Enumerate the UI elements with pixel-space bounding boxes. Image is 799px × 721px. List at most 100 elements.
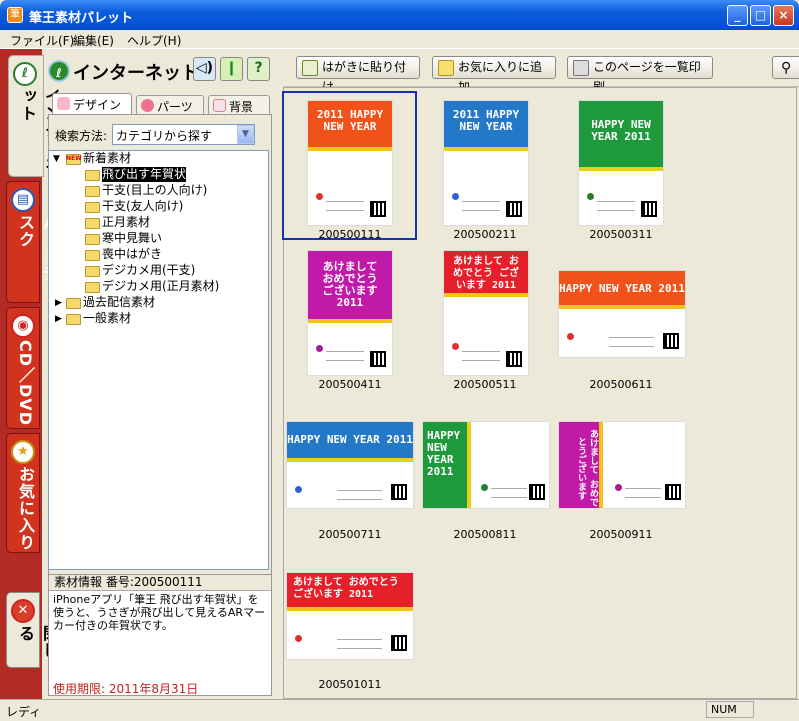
side-tab-label: お気に入り (16, 466, 35, 551)
add-favorite-button[interactable]: お気に入りに追加 (432, 56, 556, 94)
tree-label: 飛び出す年賀状 (102, 167, 187, 182)
window-title: 筆王素材パレット (29, 11, 134, 26)
tree-label: 干支(目上の人向け) (102, 183, 208, 197)
status-bar (0, 699, 799, 721)
beginner-mark-icon[interactable]: ❙ (220, 57, 243, 81)
tree-label: 正月素材 (102, 215, 151, 229)
tree-node[interactable]: 寒中見舞い (85, 231, 235, 247)
card-thumbnail[interactable]: あけまして おめでとうございます (558, 421, 686, 509)
tab-label: 背景 (229, 100, 254, 114)
menu-file[interactable]: ファイル(F) (10, 32, 74, 49)
panel-title: インターネット (73, 63, 199, 84)
card-thumbnail[interactable]: あけまして おめでとう ございます 2011 (307, 250, 393, 376)
tree-node-general[interactable]: ▶ 一般素材 (55, 311, 225, 327)
card-id: 200500511 (453, 378, 517, 391)
side-tab-label: CD／DVD (16, 340, 35, 426)
internet-leaf-icon: ℓ (48, 60, 70, 82)
card-thumbnail[interactable]: HAPPY NEW YEAR 2011 (558, 270, 686, 358)
search-method-label: 検索方法: (55, 129, 108, 143)
tab-design[interactable]: デザイン (52, 93, 132, 115)
tree-node-past[interactable]: ▶ 過去配信素材 (55, 295, 225, 311)
menu-edit[interactable]: 編集(E) (73, 32, 114, 49)
folder-icon (85, 282, 100, 293)
menu-help[interactable]: ヘルプ(H) (127, 32, 181, 49)
card-text: HAPPY NEW YEAR 2011 (287, 433, 413, 446)
window-close-button[interactable]: × (773, 5, 794, 26)
tree-label: デジカメ用(干支) (102, 263, 196, 277)
tree-node[interactable]: デジカメ用(正月素材) (85, 279, 255, 295)
design-tab-icon (57, 97, 70, 110)
tree-label: 新着素材 (83, 151, 132, 165)
search-button[interactable]: ⚲ (772, 56, 799, 79)
add-favorite-icon (438, 60, 454, 76)
tree-node[interactable]: 喪中はがき (85, 247, 235, 263)
maximize-button[interactable]: □ (750, 5, 771, 26)
side-tab-internet[interactable]: ℓ インターネット (8, 55, 61, 177)
tree-label: デジカメ用(正月素材) (102, 279, 220, 293)
search-icon: ⚲ (781, 60, 792, 76)
card-id: 200500911 (589, 528, 653, 541)
side-tab-favorites[interactable]: ★ お気に入り (6, 433, 40, 553)
printer-icon (573, 60, 589, 76)
card-thumbnail[interactable]: HAPPY NEW YEAR 2011 (286, 421, 414, 509)
sound-icon[interactable]: ◁) (193, 57, 216, 81)
folder-icon (85, 202, 100, 213)
chevron-down-icon[interactable]: ▼ (237, 125, 254, 144)
card-thumbnail[interactable]: 2011 HAPPY NEW YEAR (443, 100, 529, 226)
tab-background[interactable]: 背景 (208, 95, 270, 115)
card-thumbnail[interactable]: あけまして おめでとう ございます 2011 (443, 250, 529, 376)
print-list-button[interactable]: このページを一覧印刷 (567, 56, 713, 94)
card-id: 200500211 (453, 228, 517, 241)
disc-icon: ◉ (11, 314, 35, 338)
folder-icon (85, 266, 100, 277)
card-thumbnail[interactable]: あけまして おめでとうございます 2011 (286, 572, 414, 660)
status-text: レディ (6, 705, 42, 719)
tree-label: 喪中はがき (102, 247, 163, 261)
tab-parts[interactable]: パーツ (136, 95, 204, 115)
minimize-button[interactable]: _ (727, 5, 748, 26)
expiry-date: 使用期限: 2011年8月31日 (53, 682, 199, 696)
folder-icon (66, 298, 81, 309)
collapsed-arrow-icon[interactable]: ▶ (55, 296, 62, 311)
help-icon[interactable]: ? (247, 57, 270, 81)
tree-node-new[interactable]: ▼ NEW 新着素材 (53, 151, 253, 167)
search-method-select[interactable]: カテゴリから探す (112, 124, 255, 145)
card-id: 200500811 (453, 528, 517, 541)
card-id: 200500311 (589, 228, 653, 241)
card-text: 2011 HAPPY NEW YEAR (316, 108, 384, 133)
tree-label: 寒中見舞い (102, 231, 163, 245)
paste-to-postcard-button[interactable]: はがきに貼り付け (296, 56, 420, 94)
folder-icon (85, 186, 100, 197)
card-text: あけまして おめでとう ございます 2011 (452, 256, 520, 291)
card-text: あけまして おめでとうございます 2011 (293, 577, 399, 600)
folder-icon (85, 234, 100, 245)
collapsed-arrow-icon[interactable]: ▶ (55, 312, 62, 327)
folder-icon (66, 314, 81, 325)
tree-node[interactable]: 正月素材 (85, 215, 235, 231)
material-info-header: 素材情報 番号:200500111 (49, 575, 271, 591)
card-text: HAPPY NEW YEAR 2011 (591, 118, 651, 143)
tree-node[interactable]: 干支(友人向け) (85, 199, 235, 215)
card-thumbnail[interactable]: HAPPY NEW YEAR 2011 (578, 100, 664, 226)
tree-label: 過去配信素材 (83, 295, 156, 309)
paste-icon (302, 60, 318, 76)
close-x-icon: ✕ (11, 599, 35, 623)
card-text: 2011 HAPPY NEW YEAR (452, 108, 520, 133)
tree-node[interactable]: デジカメ用(干支) (85, 263, 235, 279)
card-thumbnail[interactable]: HAPPY NEW YEAR 2011 (422, 421, 550, 509)
side-tab-cd-dvd[interactable]: ◉ CD／DVD (6, 307, 40, 429)
side-close-button[interactable]: ✕ 閉じる (6, 592, 59, 668)
tree-label: 干支(友人向け) (102, 199, 184, 213)
card-text: あけまして おめでとうございます (576, 429, 598, 507)
app-icon: 筆 (7, 7, 23, 23)
tree-label: 一般素材 (83, 311, 132, 325)
harddisk-icon: ▤ (11, 188, 35, 212)
folder-icon (85, 250, 100, 261)
num-lock-indicator: NUM (706, 701, 754, 718)
side-tab-harddisk[interactable]: ▤ ハードディスク (6, 181, 59, 303)
flower-icon (141, 99, 154, 112)
tree-node[interactable]: 干支(目上の人向け) (85, 183, 235, 199)
card-id: 200500711 (318, 528, 382, 541)
card-thumbnail[interactable]: 2011 HAPPY NEW YEAR (307, 100, 393, 226)
expanded-arrow-icon[interactable]: ▼ (53, 152, 60, 167)
